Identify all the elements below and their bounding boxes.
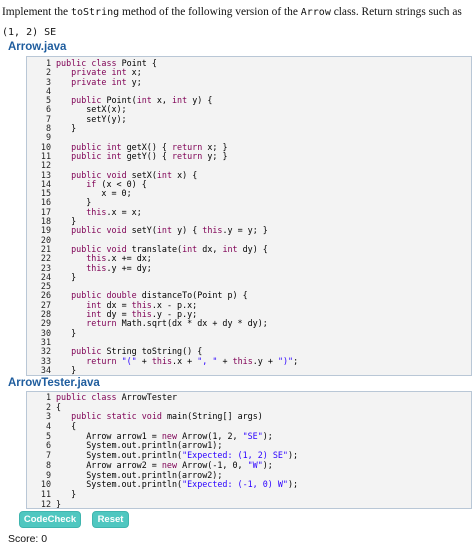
code-line: 8 }	[27, 123, 471, 134]
code-line: 19 public void setY(int y) { this.y = y;…	[27, 225, 471, 236]
code-lines: 1 public class ArrowTester 2{3 public stat…	[27, 392, 471, 509]
code-line: 12}	[27, 498, 471, 509]
code-line: 24 }	[27, 271, 471, 282]
code-line: 34 }	[27, 365, 471, 375]
code-line: 23 this.y += dy;	[27, 263, 471, 273]
line-number: 35	[41, 374, 51, 375]
code-editor-arrowtester[interactable]: 1 public class ArrowTester 2{3 public stat…	[26, 391, 472, 509]
code-line: 3 private int y;	[27, 76, 471, 87]
code-line: 1 public class ArrowTester	[27, 392, 471, 403]
code-lines: 1 public class Point {2 private int x; 3 p…	[27, 58, 471, 375]
file-title-arrow: Arrow.java	[8, 41, 67, 53]
code-text: }	[56, 271, 77, 282]
code-text: return Math.sqrt(dx * dx + dy * dy);	[86, 318, 268, 329]
code-line: 35}	[41, 374, 61, 375]
code-line: 11 public int getY() { return y; }	[27, 150, 471, 161]
code-line: 33 return "(" + this.x + ", " + this.y +…	[27, 355, 471, 366]
code-text: public class ArrowTester	[56, 392, 178, 402]
code-line: 30 }	[27, 327, 471, 338]
method-name: toString	[70, 7, 120, 18]
code-line: 11 }	[27, 489, 471, 500]
prompt-before: Implement the	[2, 6, 71, 18]
class-name: Arrow	[300, 7, 331, 18]
problem-statement: Implement the toString method of the fol…	[2, 4, 472, 21]
code-text: }	[56, 327, 77, 338]
prompt-middle: method of the following version of the	[119, 6, 301, 18]
code-text: public int getY() { return y; }	[71, 150, 228, 161]
code-text: }	[56, 374, 61, 375]
code-text: }	[56, 498, 62, 509]
code-line: 15 x = 0;	[27, 188, 471, 198]
code-text: public void setY(int y) { this.y = y; }	[71, 225, 268, 236]
code-line: 3 public static void main(String[] args)	[27, 412, 471, 422]
sample-output: (1, 2) SE	[2, 27, 57, 38]
code-line: 17 this.x = x;	[27, 207, 471, 217]
reset-button[interactable]: Reset	[92, 511, 129, 528]
code-editor-arrow[interactable]: 1 public class Point {2 private int x; 3 p…	[26, 56, 472, 376]
codecheck-button[interactable]: CodeCheck	[19, 511, 81, 528]
line-number: 12	[40, 498, 51, 509]
code-line: 29 return Math.sqrt(dx * dx + dy * dy);	[27, 318, 471, 329]
score-text: Score: 0	[8, 533, 48, 545]
prompt-after: class. Return strings such as	[330, 6, 462, 18]
code-text: public static void main(String[] args)	[71, 411, 263, 422]
code-line: 7 setY(y);	[27, 114, 471, 124]
file-title-arrowtester: ArrowTester.java	[8, 377, 100, 389]
code-line: 10 System.out.println("Expected: (-1, 0)…	[27, 479, 471, 490]
code-text: }	[56, 123, 77, 134]
code-text: return "(" + this.x + ", " + this.y + ")…	[86, 355, 299, 366]
code-text: System.out.println("Expected: (-1, 0) W"…	[56, 479, 299, 490]
code-text: private int y;	[71, 76, 142, 87]
